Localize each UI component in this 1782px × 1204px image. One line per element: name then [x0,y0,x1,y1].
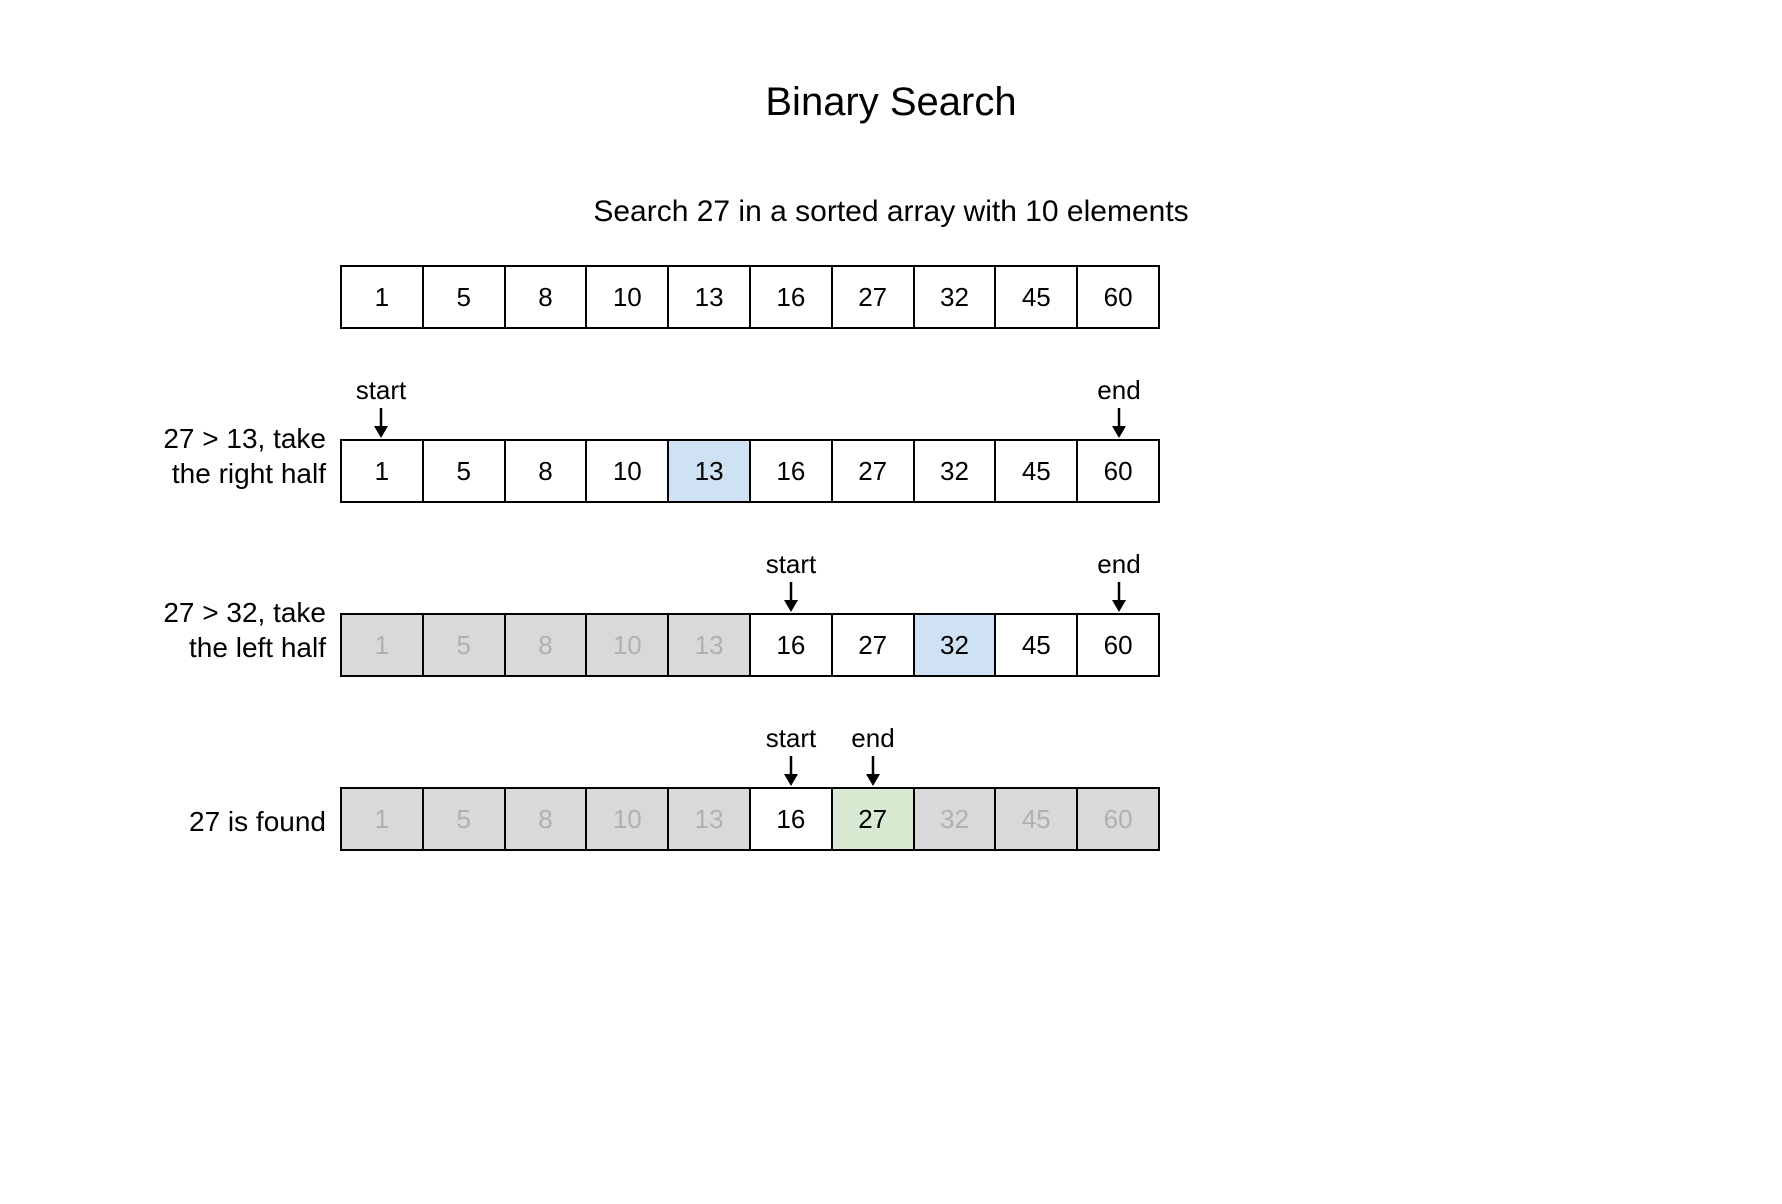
start-pointer-label: start [356,375,407,405]
step-array-col: start end 15810131627324560 [340,375,1160,503]
array-cell: 1 [342,267,424,327]
binary-search-diagram: Binary Search Search 27 in a sorted arra… [0,0,1782,1204]
diagram-title: Binary Search [0,80,1782,125]
step-row: 27 > 13, takethe right half start end 15810… [0,375,1782,503]
array-cell: 5 [424,267,506,327]
array-cell: 13 [669,789,751,849]
arrow-down-icon [1078,582,1160,612]
array-cell: 60 [1078,267,1158,327]
pointer-layer: start end [340,375,1160,439]
step-caption-line: 27 is found [0,804,326,839]
array-cell: 27 [833,441,915,501]
array-cell: 1 [342,441,424,501]
step-caption-line: the right half [0,456,326,491]
array-cell: 27 [833,615,915,675]
array-cell: 27 [833,267,915,327]
arrow-down-icon [750,582,832,612]
array-cell: 45 [996,789,1078,849]
pointer-layer: start end [340,723,1160,787]
array-cell: 8 [506,441,588,501]
step-array-col: start end 15810131627324560 [340,549,1160,677]
step-array: 15810131627324560 [340,439,1160,503]
array-cell: 13 [669,267,751,327]
arrow-down-icon [832,756,914,786]
end-pointer-label: end [851,723,894,753]
step-caption-line: the left half [0,630,326,665]
array-cell: 16 [751,441,833,501]
step-caption: 27 is found [0,804,340,851]
step-caption-line: 27 > 13, take [0,421,326,456]
array-cell: 32 [915,789,997,849]
pointer-layer: start end [340,549,1160,613]
initial-array-col: 15810131627324560 [340,265,1160,329]
array-cell: 32 [915,441,997,501]
array-cell: 32 [915,267,997,327]
array-cell: 5 [424,789,506,849]
array-cell: 13 [669,441,751,501]
step-array: 15810131627324560 [340,613,1160,677]
step-caption: 27 > 13, takethe right half [0,421,340,503]
array-cell: 45 [996,441,1078,501]
arrow-down-icon [1078,408,1160,438]
array-cell: 1 [342,615,424,675]
array-cell: 16 [751,615,833,675]
array-cell: 32 [915,615,997,675]
array-cell: 10 [587,441,669,501]
array-cell: 10 [587,615,669,675]
start-pointer-label: start [766,723,817,753]
end-pointer: end [832,723,914,786]
end-pointer: end [1078,375,1160,438]
array-cell: 8 [506,789,588,849]
array-cell: 27 [833,789,915,849]
start-pointer: start [750,549,832,612]
array-cell: 10 [587,789,669,849]
start-pointer: start [340,375,422,438]
array-cell: 16 [751,267,833,327]
step-array-col: start end 15810131627324560 [340,723,1160,851]
array-cell: 5 [424,441,506,501]
array-cell: 8 [506,267,588,327]
array-cell: 1 [342,789,424,849]
array-cell: 60 [1078,789,1158,849]
step-array: 15810131627324560 [340,787,1160,851]
end-pointer-label: end [1097,549,1140,579]
array-cell: 60 [1078,441,1158,501]
array-cell: 16 [751,789,833,849]
arrow-down-icon [750,756,832,786]
array-cell: 5 [424,615,506,675]
end-pointer-label: end [1097,375,1140,405]
step-caption: 27 > 32, takethe left half [0,595,340,677]
array-cell: 10 [587,267,669,327]
diagram-subtitle: Search 27 in a sorted array with 10 elem… [0,195,1782,229]
initial-array: 15810131627324560 [340,265,1160,329]
array-cell: 45 [996,267,1078,327]
caption-empty [0,317,340,329]
end-pointer: end [1078,549,1160,612]
array-cell: 60 [1078,615,1158,675]
array-cell: 13 [669,615,751,675]
step-caption-line: 27 > 32, take [0,595,326,630]
start-pointer: start [750,723,832,786]
step-row: 27 > 32, takethe left halfstartend158101… [0,549,1782,677]
arrow-down-icon [340,408,422,438]
array-cell: 8 [506,615,588,675]
array-cell: 45 [996,615,1078,675]
initial-row: 15810131627324560 [0,265,1782,329]
start-pointer-label: start [766,549,817,579]
step-row: 27 is found start end 15810131627324560 [0,723,1782,851]
